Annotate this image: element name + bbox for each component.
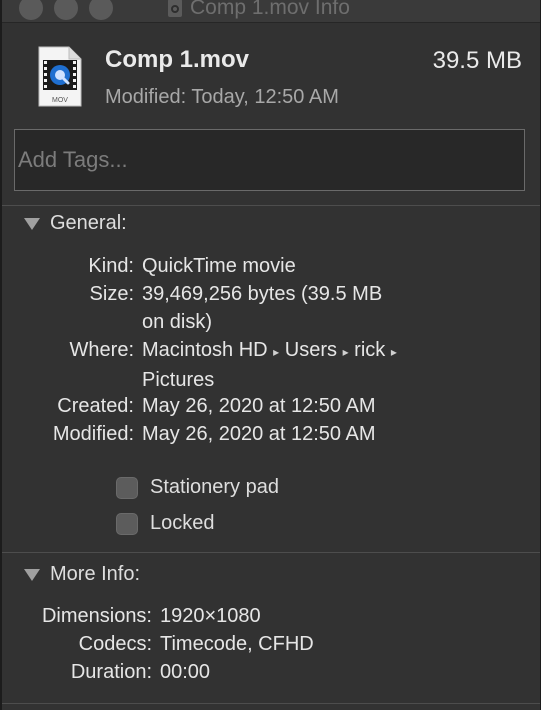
path-component[interactable]: Macintosh HD — [142, 339, 268, 361]
file-size: 39.5 MB — [432, 47, 522, 74]
more-info-section-toggle[interactable]: More Info: — [24, 563, 140, 586]
codecs-value: Timecode, CFHD — [160, 633, 314, 655]
stationery-pad-checkbox-row[interactable]: Stationery pad — [116, 476, 279, 499]
kind-label: Kind: — [88, 255, 134, 277]
divider — [2, 552, 540, 553]
where-label: Where: — [69, 339, 134, 361]
mov-badge-text: MOV — [52, 97, 68, 104]
size-row: Size: 39,469,256 bytes (39.5 MB on disk) — [2, 280, 383, 336]
locked-checkbox[interactable] — [116, 512, 138, 535]
divider — [2, 205, 540, 206]
title-bar[interactable]: Comp 1.mov Info — [2, 0, 540, 23]
where-path: Macintosh HD ▸ Users ▸ rick ▸ Pictures — [142, 336, 462, 394]
locked-label: Locked — [150, 512, 215, 534]
duration-label: Duration: — [70, 661, 152, 683]
size-label: Size: — [89, 283, 134, 305]
tags-input[interactable] — [14, 129, 525, 191]
general-section-title: General: — [50, 212, 127, 234]
minimize-window-button[interactable] — [54, 0, 78, 20]
locked-checkbox-row[interactable]: Locked — [116, 512, 215, 535]
size-value: 39,469,256 bytes (39.5 MB on disk) — [142, 283, 383, 333]
path-separator-icon: ▸ — [342, 345, 349, 359]
duration-value: 00:00 — [160, 661, 211, 683]
codecs-row: Codecs: Timecode, CFHD — [2, 630, 314, 658]
path-separator-icon: ▸ — [273, 345, 280, 359]
created-value: May 26, 2020 at 12:50 AM — [142, 395, 376, 417]
where-row: Where: Macintosh HD ▸ Users ▸ rick ▸ Pic… — [2, 336, 462, 394]
stationery-pad-checkbox[interactable] — [116, 476, 138, 499]
quicktime-mov-icon: MOV — [38, 46, 82, 107]
modified-date-label: Modified: — [52, 423, 134, 445]
dimensions-row: Dimensions: 1920×1080 — [2, 602, 261, 630]
kind-row: Kind: QuickTime movie — [2, 252, 296, 280]
stationery-pad-label: Stationery pad — [150, 476, 279, 498]
created-row: Created: May 26, 2020 at 12:50 AM — [2, 392, 376, 420]
more-info-section-title: More Info: — [50, 563, 141, 585]
divider — [2, 703, 540, 704]
window-title: Comp 1.mov Info — [190, 0, 350, 19]
document-proxy-icon[interactable] — [168, 0, 182, 17]
general-section-toggle[interactable]: General: — [24, 212, 127, 235]
modified-summary: Modified: Today, 12:50 AM — [105, 86, 339, 109]
kind-value: QuickTime movie — [142, 255, 296, 277]
modified-label: Modified: — [105, 86, 187, 108]
duration-row: Duration: 00:00 — [2, 658, 210, 686]
dimensions-value: 1920×1080 — [160, 605, 261, 627]
path-component[interactable]: Pictures — [142, 369, 214, 391]
disclosure-triangle-icon[interactable] — [24, 568, 40, 581]
zoom-window-button[interactable] — [89, 0, 113, 20]
modified-row: Modified: May 26, 2020 at 12:50 AM — [2, 420, 376, 448]
path-component[interactable]: rick — [354, 339, 385, 361]
path-separator-icon: ▸ — [390, 345, 397, 359]
disclosure-triangle-icon[interactable] — [24, 217, 40, 230]
path-component[interactable]: Users — [285, 339, 337, 361]
modified-value: Today, 12:50 AM — [191, 86, 339, 108]
codecs-label: Codecs: — [78, 633, 152, 655]
info-window: Comp 1.mov Info MOV Comp 1.mov 39.5 MB M… — [0, 0, 541, 710]
modified-date-value: May 26, 2020 at 12:50 AM — [142, 423, 376, 445]
close-window-button[interactable] — [19, 0, 43, 20]
created-label: Created: — [57, 395, 134, 417]
file-name: Comp 1.mov — [105, 46, 250, 73]
window-title-group: Comp 1.mov Info — [168, 0, 350, 19]
dimensions-label: Dimensions: — [41, 605, 152, 627]
